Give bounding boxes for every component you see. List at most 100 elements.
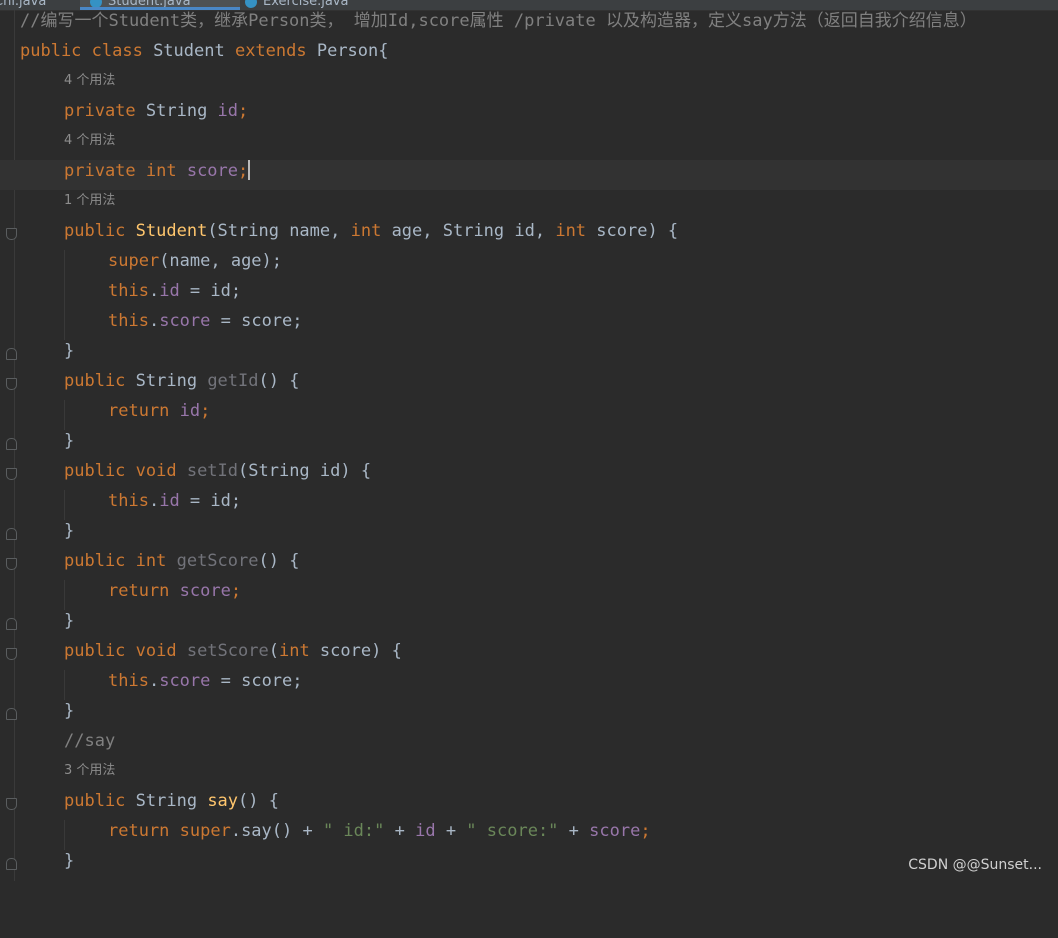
operator: + [435, 821, 467, 841]
keyword: public void [64, 461, 187, 481]
java-class-icon [90, 0, 102, 8]
fold-end-icon[interactable] [6, 438, 17, 450]
semicolon: ; [238, 101, 249, 121]
code-line: private String id; [0, 100, 1058, 130]
keyword: public class [20, 41, 154, 61]
method-name: getScore [176, 551, 259, 571]
field-name: id [159, 281, 180, 301]
closing-brace: } [64, 341, 75, 361]
indent-guide [64, 280, 65, 310]
keyword: public [64, 791, 136, 811]
class-name: Student [153, 41, 235, 61]
params: () { [238, 791, 279, 811]
closing-brace: } [64, 611, 75, 631]
usage-hint[interactable]: 4 个用法 [64, 70, 115, 92]
code-line: this.id = id; [0, 490, 1058, 520]
semicolon: ; [200, 401, 211, 421]
code-line: } [0, 340, 1058, 370]
code-line: return id; [0, 400, 1058, 430]
fold-end-icon[interactable] [6, 348, 17, 360]
code-line: public String getId() { [0, 370, 1058, 400]
dot: . [148, 311, 160, 331]
keyword: this [108, 311, 149, 331]
assignment: = id; [179, 491, 242, 511]
line-comment: //say [64, 731, 116, 751]
tab-exercise-java[interactable]: Exercise.java [245, 0, 395, 10]
usage-hint[interactable]: 1 个用法 [64, 190, 115, 212]
params: score) { [586, 221, 679, 241]
usage-hint[interactable]: 4 个用法 [64, 130, 115, 152]
tab-label: Exercise.java [263, 0, 349, 9]
keyword: this [108, 491, 149, 511]
code-line: this.score = score; [0, 670, 1058, 700]
dot: . [148, 671, 160, 691]
code-line: this.id = id; [0, 280, 1058, 310]
code-editor[interactable]: //编写一个Student类，继承Person类， 增加Id,score属性 /… [0, 10, 1058, 881]
keyword: int [555, 221, 587, 241]
operator: + [384, 821, 416, 841]
keyword: this [108, 281, 149, 301]
assignment: = score; [210, 671, 303, 691]
operator: + [558, 821, 590, 841]
params: age, String id, [381, 221, 556, 241]
type-name: String [145, 101, 218, 121]
tab-student-java[interactable]: Student.java [80, 0, 240, 10]
fold-end-icon[interactable] [6, 858, 17, 870]
params: score) { [309, 641, 402, 661]
java-class-icon [245, 0, 257, 8]
field-name: id [415, 821, 436, 841]
keyword: public [64, 371, 136, 391]
keyword: extends [234, 41, 317, 61]
indent-guide [64, 400, 65, 430]
code-line: return score; [0, 580, 1058, 610]
closing-brace: } [64, 851, 75, 871]
code-line: this.score = score; [0, 310, 1058, 340]
indent-guide [64, 490, 65, 520]
code-line: } [0, 430, 1058, 460]
current-line: private int score; [0, 160, 1058, 190]
fold-collapse-icon[interactable] [6, 468, 17, 480]
fold-collapse-icon[interactable] [6, 558, 17, 570]
code-line: //编写一个Student类，继承Person类， 增加Id,score属性 /… [0, 10, 1058, 40]
code-line: public int getScore() { [0, 550, 1058, 580]
code-line: } [0, 610, 1058, 640]
closing-brace: } [64, 701, 75, 721]
constructor-name: Student [135, 221, 208, 241]
field-name: id [179, 401, 201, 421]
keyword: return super [108, 821, 231, 841]
fold-end-icon[interactable] [6, 708, 17, 720]
fold-end-icon[interactable] [6, 618, 17, 630]
code-line: 4 个用法 [0, 130, 1058, 160]
field-name: score [159, 671, 211, 691]
line-comment: //编写一个Student类，继承Person类， 增加Id,score属性 /… [20, 11, 977, 31]
fold-collapse-icon[interactable] [6, 648, 17, 660]
tab-chi-java[interactable]: Chi.java [0, 0, 64, 10]
code-line: public class Student extends Person{ [0, 40, 1058, 70]
text-caret [248, 160, 251, 180]
fold-end-icon[interactable] [6, 528, 17, 540]
field-name: score [159, 311, 211, 331]
fold-collapse-icon[interactable] [6, 378, 17, 390]
call-expr: .say() + [230, 821, 323, 841]
usage-hint[interactable]: 3 个用法 [64, 760, 115, 782]
semicolon: ; [230, 581, 242, 601]
keyword: public [64, 221, 136, 241]
params: (String id) { [238, 461, 372, 481]
keyword: public int [64, 551, 177, 571]
params: () { [258, 371, 300, 391]
string-literal: " score:" [466, 821, 559, 841]
fold-collapse-icon[interactable] [6, 798, 17, 810]
semicolon: ; [238, 161, 249, 181]
field-name: score [589, 821, 641, 841]
type-name: String [135, 791, 208, 811]
params: () { [258, 551, 300, 571]
code-line: } [0, 700, 1058, 730]
fold-collapse-icon[interactable] [6, 228, 17, 240]
assignment: = score; [210, 311, 303, 331]
method-name: setId [186, 461, 239, 481]
dot: . [148, 281, 160, 301]
indent-guide [64, 580, 65, 610]
code-line: //say [0, 730, 1058, 760]
assignment: = id; [179, 281, 242, 301]
keyword: private int [64, 161, 187, 181]
